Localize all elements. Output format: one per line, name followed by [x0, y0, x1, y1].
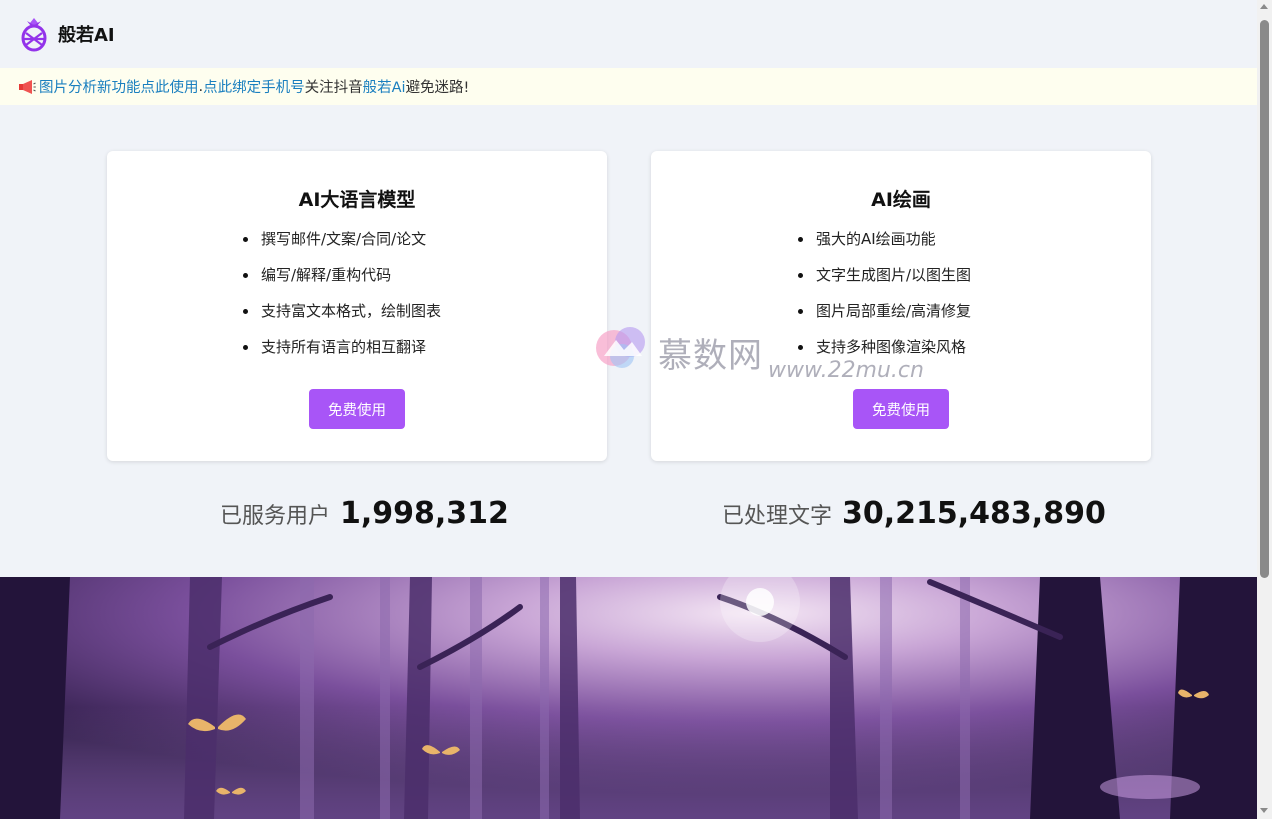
text-processed-value: 30,215,483,890	[842, 496, 1106, 531]
page: 般若AI 图片分析新功能点此使用. 点此绑定手机号 关注抖音 般若Ai 避免迷路! A…	[0, 0, 1257, 819]
users-served-label: 已服务用户	[220, 504, 331, 529]
notice-bar: 图片分析新功能点此使用. 点此绑定手机号 关注抖音 般若Ai 避免迷路!	[0, 68, 1257, 105]
painting-card: AI绘画 强大的AI绘画功能 文字生成图片/以图生图 图片局部重绘/高清修复 支…	[651, 151, 1151, 461]
users-served-stat: 已服务用户 1,998,312	[220, 496, 509, 531]
list-item: 图片局部重绘/高清修复	[798, 299, 971, 335]
painting-card-title: AI绘画	[871, 189, 931, 211]
scroll-up-arrow-icon[interactable]	[1260, 4, 1268, 9]
llm-feature-list: 撰写邮件/文案/合同/论文 编写/解释/重构代码 支持富文本格式，绘制图表 支持…	[243, 227, 441, 371]
forest-banner	[0, 577, 1257, 819]
notice-end-text: 避免迷路!	[405, 80, 470, 96]
text-processed-stat: 已处理文字 30,215,483,890	[722, 496, 1106, 531]
brand-name[interactable]: 般若AI	[58, 21, 115, 47]
llm-card-title: AI大语言模型	[298, 189, 416, 211]
painting-feature-list: 强大的AI绘画功能 文字生成图片/以图生图 图片局部重绘/高清修复 支持多种图像…	[798, 227, 971, 371]
pineapple-logo-icon[interactable]	[20, 16, 48, 52]
megaphone-icon	[19, 79, 36, 94]
forest-butterflies-illustration	[0, 577, 1257, 819]
list-item: 支持所有语言的相互翻译	[243, 335, 441, 371]
vertical-scrollbar[interactable]	[1257, 0, 1272, 819]
list-item: 强大的AI绘画功能	[798, 227, 971, 263]
header: 般若AI	[0, 0, 1257, 68]
list-item: 支持富文本格式，绘制图表	[243, 299, 441, 335]
notice-follow-text: 关注抖音	[304, 80, 363, 96]
users-served-value: 1,998,312	[340, 496, 509, 531]
painting-free-use-button[interactable]: 免费使用	[853, 389, 949, 429]
list-item: 编写/解释/重构代码	[243, 263, 441, 299]
llm-free-use-button[interactable]: 免费使用	[309, 389, 405, 429]
list-item: 撰写邮件/文案/合同/论文	[243, 227, 441, 263]
douyin-account-link[interactable]: 般若Ai	[363, 76, 406, 97]
list-item: 文字生成图片/以图生图	[798, 263, 971, 299]
scroll-down-arrow-icon[interactable]	[1260, 808, 1268, 813]
list-item: 支持多种图像渲染风格	[798, 335, 971, 371]
llm-card: AI大语言模型 撰写邮件/文案/合同/论文 编写/解释/重构代码 支持富文本格式…	[107, 151, 607, 461]
text-processed-label: 已处理文字	[722, 504, 833, 529]
bind-phone-link[interactable]: 点此绑定手机号	[203, 76, 305, 97]
scroll-thumb[interactable]	[1260, 20, 1269, 578]
image-analysis-link[interactable]: 图片分析新功能点此使用	[39, 76, 199, 97]
